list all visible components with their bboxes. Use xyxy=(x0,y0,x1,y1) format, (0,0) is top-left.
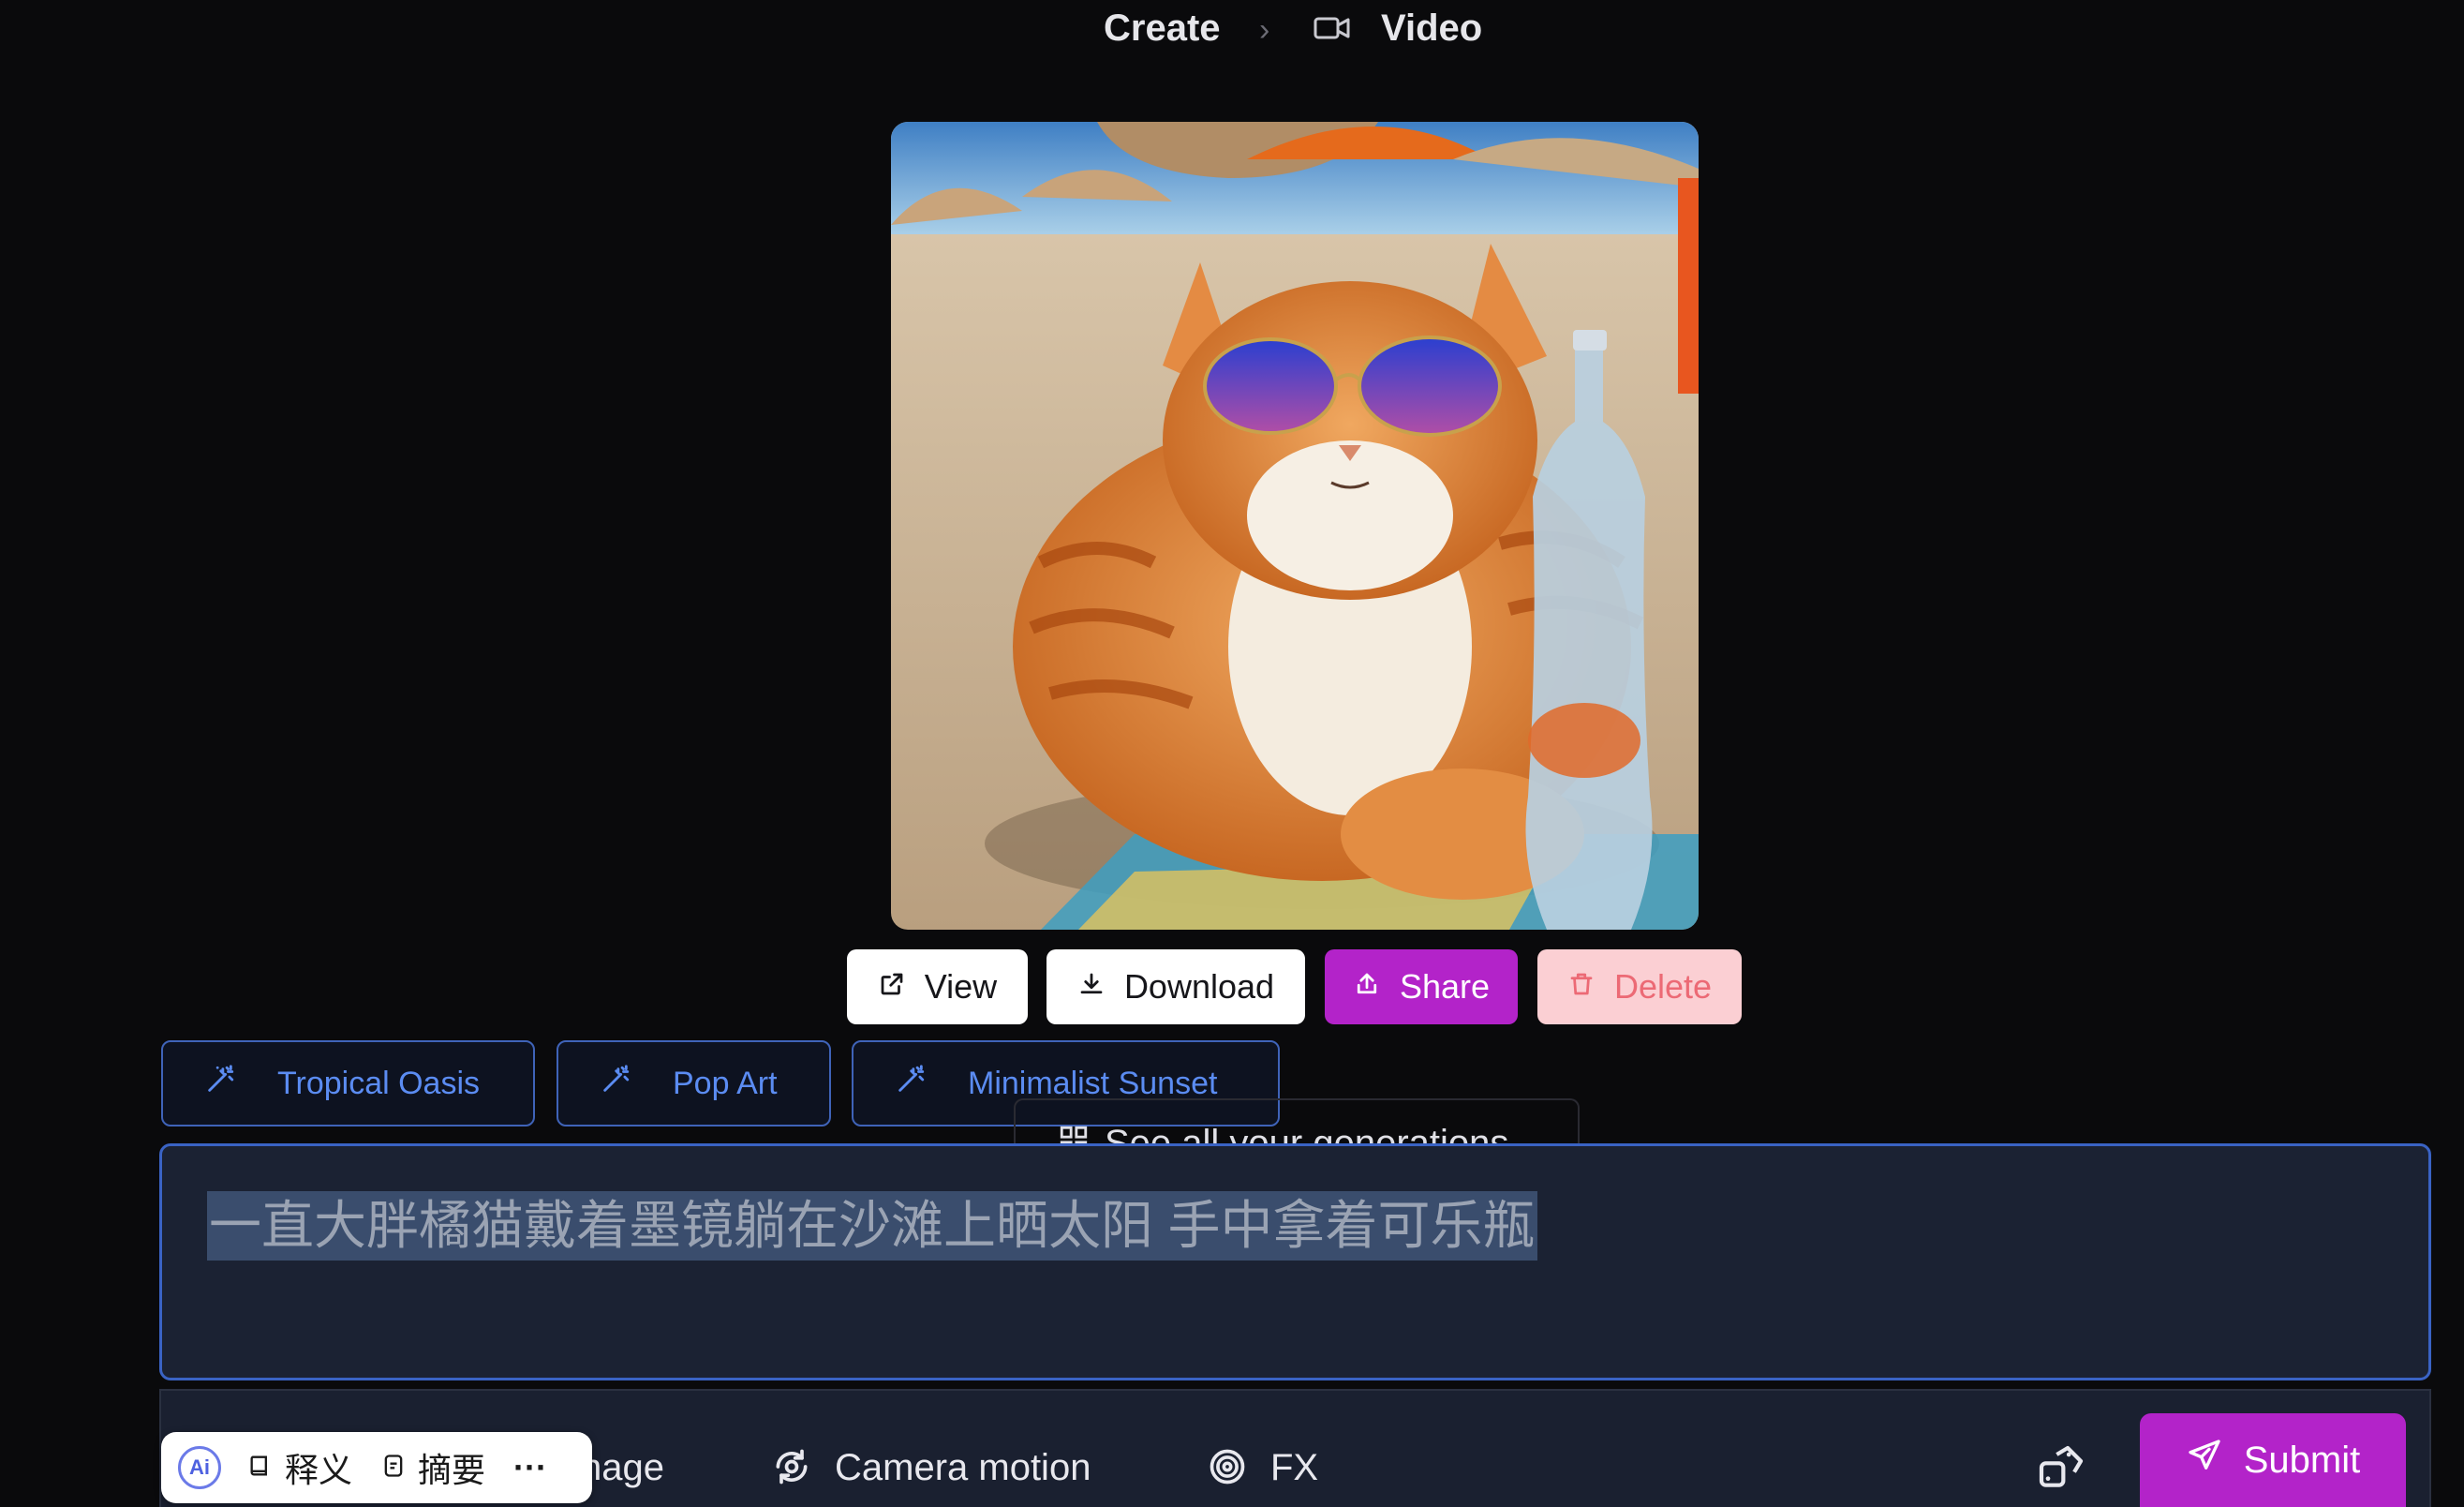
download-icon xyxy=(1077,967,1106,1007)
share-icon xyxy=(1353,967,1381,1007)
trash-icon xyxy=(1567,967,1596,1007)
generated-video-preview[interactable]: genmo xyxy=(891,122,1699,930)
view-button[interactable]: View xyxy=(847,949,1028,1024)
prompt-textarea[interactable]: 一直大胖橘猫戴着墨镜躺在沙滩上晒太阳 手中拿着可乐瓶 xyxy=(159,1143,2431,1380)
breadcrumb-create[interactable]: Create xyxy=(1104,6,1221,51)
delete-button[interactable]: Delete xyxy=(1537,949,1742,1024)
style-chip-label: Tropical Oasis xyxy=(277,1065,481,1101)
view-label: View xyxy=(924,967,998,1006)
translate-popup: Ai 释义 摘要 ··· xyxy=(161,1432,592,1503)
fx-spiral-icon[interactable] xyxy=(1207,1446,1248,1492)
external-link-icon xyxy=(878,967,906,1007)
note-icon xyxy=(380,1448,407,1487)
prompt-value: 一直大胖橘猫戴着墨镜躺在沙滩上晒太阳 手中拿着可乐瓶 xyxy=(207,1191,1537,1261)
dice-icon[interactable] xyxy=(2035,1441,2087,1499)
image-option-label[interactable]: nage xyxy=(581,1443,664,1492)
ai-badge-icon[interactable]: Ai xyxy=(178,1446,221,1489)
share-button[interactable]: Share xyxy=(1325,949,1518,1024)
download-label: Download xyxy=(1123,967,1275,1006)
magic-wand-icon xyxy=(204,1064,236,1104)
send-icon xyxy=(2186,1437,2223,1484)
summary-button[interactable]: 摘要 xyxy=(418,1443,485,1492)
camera-motion-button[interactable]: Camera motion xyxy=(835,1443,1091,1492)
delete-label: Delete xyxy=(1613,967,1713,1006)
submit-label: Submit xyxy=(2243,1439,2361,1481)
camera-motion-icon[interactable] xyxy=(771,1446,812,1492)
chevron-right-icon: › xyxy=(1259,12,1270,48)
video-icon xyxy=(1314,13,1351,48)
breadcrumb-video: Video xyxy=(1381,7,1483,49)
share-label: Share xyxy=(1399,967,1491,1006)
more-options-icon[interactable]: ··· xyxy=(513,1448,547,1487)
fx-button[interactable]: FX xyxy=(1270,1443,1318,1492)
style-chip-label: Minimalist Sunset xyxy=(968,1065,1218,1101)
paraphrase-button[interactable]: 释义 xyxy=(285,1443,352,1492)
style-chip-label: Pop Art xyxy=(673,1065,778,1101)
magic-wand-icon xyxy=(600,1064,631,1104)
download-button[interactable]: Download xyxy=(1046,949,1305,1024)
book-icon xyxy=(247,1448,274,1487)
style-chip-pop-art[interactable]: Pop Art xyxy=(557,1040,831,1127)
magic-wand-icon xyxy=(895,1064,927,1104)
submit-button[interactable]: Submit xyxy=(2140,1413,2406,1507)
style-chip-tropical-oasis[interactable]: Tropical Oasis xyxy=(161,1040,535,1127)
